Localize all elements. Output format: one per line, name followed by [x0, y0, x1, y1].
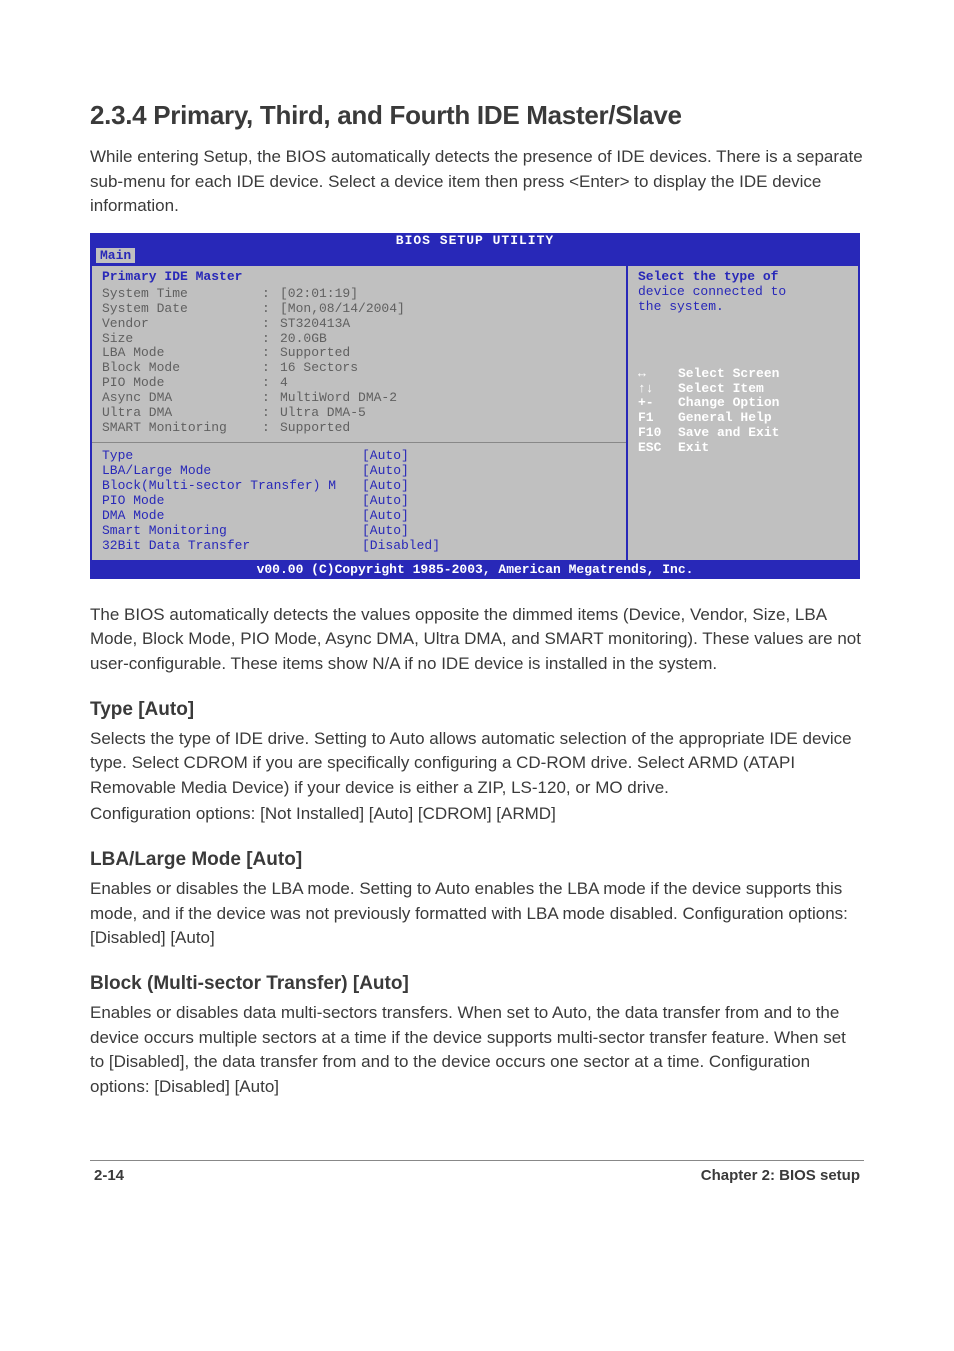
opt-label[interactable]: Block(Multi-sector Transfer) M [102, 479, 362, 494]
kv-label: System Date [102, 302, 262, 317]
bios-title: BIOS SETUP UTILITY [90, 233, 860, 249]
bios-detected-block: System Time: [02:01:19] System Date: [Mo… [102, 287, 616, 436]
section-heading: 2.3.4 Primary, Third, and Fourth IDE Mas… [90, 100, 864, 131]
bios-nav-keys: ↔Select Screen ↑↓Select Item +-Change Op… [638, 367, 848, 457]
kv-value: ST320413A [280, 317, 350, 332]
opt-value[interactable]: [Auto] [362, 464, 409, 479]
kv-value: Ultra DMA-5 [280, 406, 366, 421]
bios-tab-bar: Main [90, 249, 860, 266]
bios-help-text: Select the type of device connected to t… [638, 270, 848, 315]
block-paragraph: Enables or disables data multi-sectors t… [90, 1001, 864, 1100]
opt-label[interactable]: LBA/Large Mode [102, 464, 362, 479]
page-number: 2-14 [94, 1167, 124, 1184]
opt-label[interactable]: 32Bit Data Transfer [102, 539, 362, 554]
lba-heading: LBA/Large Mode [Auto] [90, 849, 864, 871]
kv-value: 4 [280, 376, 288, 391]
kv-value: [Mon,08/14/2004] [280, 302, 405, 317]
kv-label: PIO Mode [102, 376, 262, 391]
bios-copyright: v00.00 (C)Copyright 1985-2003, American … [90, 562, 860, 579]
intro-paragraph: While entering Setup, the BIOS automatic… [90, 145, 864, 219]
bios-screenshot: BIOS SETUP UTILITY Main Primary IDE Mast… [90, 233, 860, 579]
opt-label[interactable]: Type [102, 449, 362, 464]
type-heading: Type [Auto] [90, 699, 864, 721]
bios-options-block: Type[Auto] LBA/Large Mode[Auto] Block(Mu… [102, 449, 616, 554]
kv-label: Vendor [102, 317, 262, 332]
kv-value: 20.0GB [280, 332, 327, 347]
opt-value[interactable]: [Auto] [362, 524, 409, 539]
kv-value: Supported [280, 421, 350, 436]
footer-divider [90, 1160, 864, 1161]
kv-value: MultiWord DMA-2 [280, 391, 397, 406]
bios-panel-title: Primary IDE Master [102, 270, 616, 285]
opt-label[interactable]: Smart Monitoring [102, 524, 362, 539]
opt-value[interactable]: [Auto] [362, 449, 409, 464]
kv-value: 16 Sectors [280, 361, 358, 376]
opt-label[interactable]: DMA Mode [102, 509, 362, 524]
after-bios-paragraph: The BIOS automatically detects the value… [90, 603, 864, 677]
opt-value[interactable]: [Disabled] [362, 539, 440, 554]
kv-label: Block Mode [102, 361, 262, 376]
opt-value[interactable]: [Auto] [362, 494, 409, 509]
kv-value: Supported [280, 346, 350, 361]
kv-label: System Time [102, 287, 262, 302]
opt-value[interactable]: [Auto] [362, 509, 409, 524]
type-paragraph-2: Configuration options: [Not Installed] [… [90, 802, 864, 827]
opt-value[interactable]: [Auto] [362, 479, 409, 494]
lba-paragraph: Enables or disables the LBA mode. Settin… [90, 877, 864, 951]
kv-label: LBA Mode [102, 346, 262, 361]
block-heading: Block (Multi-sector Transfer) [Auto] [90, 973, 864, 995]
kv-label: Size [102, 332, 262, 347]
chapter-label: Chapter 2: BIOS setup [701, 1167, 860, 1184]
kv-label: Async DMA [102, 391, 262, 406]
kv-label: Ultra DMA [102, 406, 262, 421]
opt-label[interactable]: PIO Mode [102, 494, 362, 509]
kv-label: SMART Monitoring [102, 421, 262, 436]
kv-value: [02:01:19] [280, 287, 358, 302]
bios-tab-main[interactable]: Main [96, 248, 135, 263]
type-paragraph-1: Selects the type of IDE drive. Setting t… [90, 727, 864, 801]
